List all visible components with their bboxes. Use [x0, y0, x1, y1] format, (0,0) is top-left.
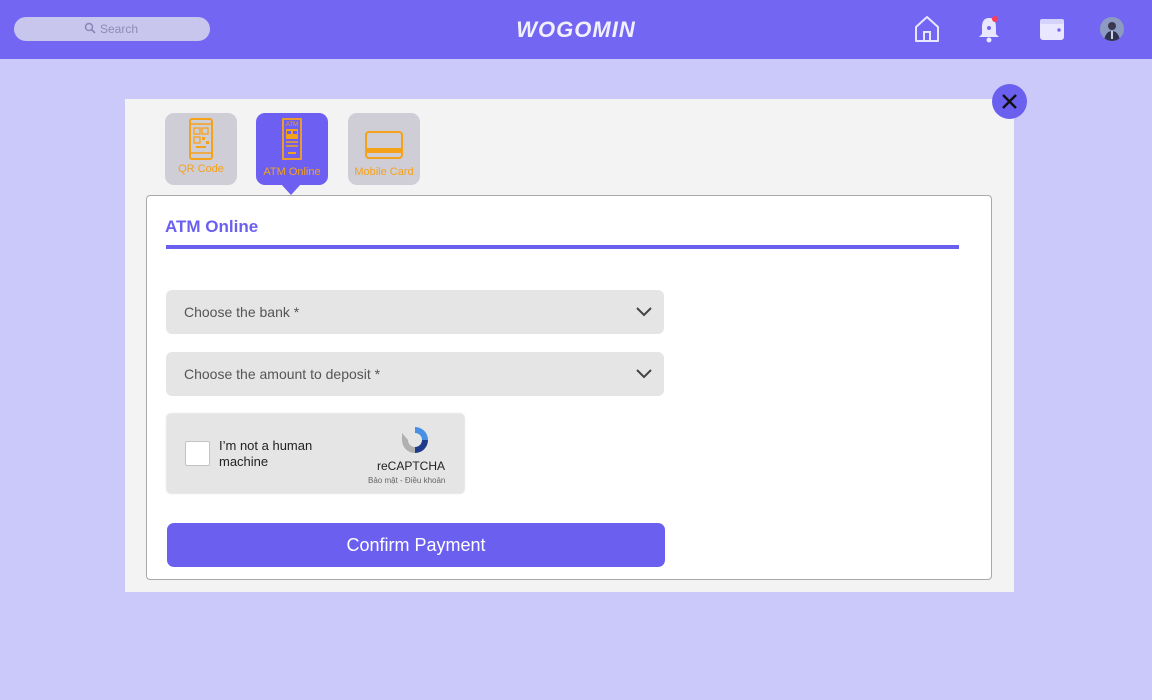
active-tab-pointer	[281, 184, 301, 195]
logo: WOGOMIN	[516, 17, 636, 42]
close-button[interactable]	[992, 84, 1027, 119]
recaptcha-logo-icon	[402, 427, 428, 453]
search-bar[interactable]	[14, 17, 210, 41]
captcha-brand: reCAPTCHA	[377, 459, 446, 473]
panel-title: ATM Online	[165, 217, 259, 236]
bank-select-value: Choose the bank *	[184, 304, 300, 320]
tab-label: Mobile Card	[354, 166, 414, 178]
close-icon	[1002, 94, 1017, 109]
recaptcha-widget: I’m not a human machine reCAPTCHA Bảo mậ…	[167, 414, 464, 493]
card-icon	[365, 131, 403, 159]
bell-icon[interactable]	[975, 14, 1003, 44]
captcha-terms-link[interactable]: Bảo mật - Điều khoản	[368, 476, 445, 485]
chevron-down-icon	[636, 307, 652, 317]
user-photo-icon	[1100, 17, 1124, 41]
avatar[interactable]	[1100, 17, 1124, 41]
tab-atm-online[interactable]: ATM ATM Online	[256, 113, 328, 185]
atm-icon: ATM	[282, 118, 302, 160]
tab-label: ATM Online	[263, 166, 321, 178]
qr-phone-icon	[189, 118, 213, 160]
captcha-checkbox[interactable]	[185, 441, 210, 466]
captcha-label: I’m not a human machine	[219, 438, 313, 469]
search-input[interactable]	[100, 20, 200, 38]
amount-select[interactable]: Choose the amount to deposit *	[166, 352, 664, 396]
confirm-payment-button[interactable]: Confirm Payment	[167, 523, 665, 567]
svg-text:ATM: ATM	[286, 122, 298, 128]
amount-select-value: Choose the amount to deposit *	[184, 366, 381, 382]
tab-mobile-card[interactable]: Mobile Card	[348, 113, 420, 185]
wallet-icon[interactable]	[1038, 14, 1066, 44]
tab-label: QR Code	[178, 163, 224, 175]
title-underline	[166, 245, 959, 249]
chevron-down-icon	[636, 369, 652, 379]
home-icon[interactable]	[913, 14, 941, 44]
tab-qr-code[interactable]: QR Code	[165, 113, 237, 185]
bank-select[interactable]: Choose the bank *	[166, 290, 664, 334]
search-icon	[84, 22, 96, 34]
top-navbar: WOGOMIN	[0, 0, 1152, 59]
